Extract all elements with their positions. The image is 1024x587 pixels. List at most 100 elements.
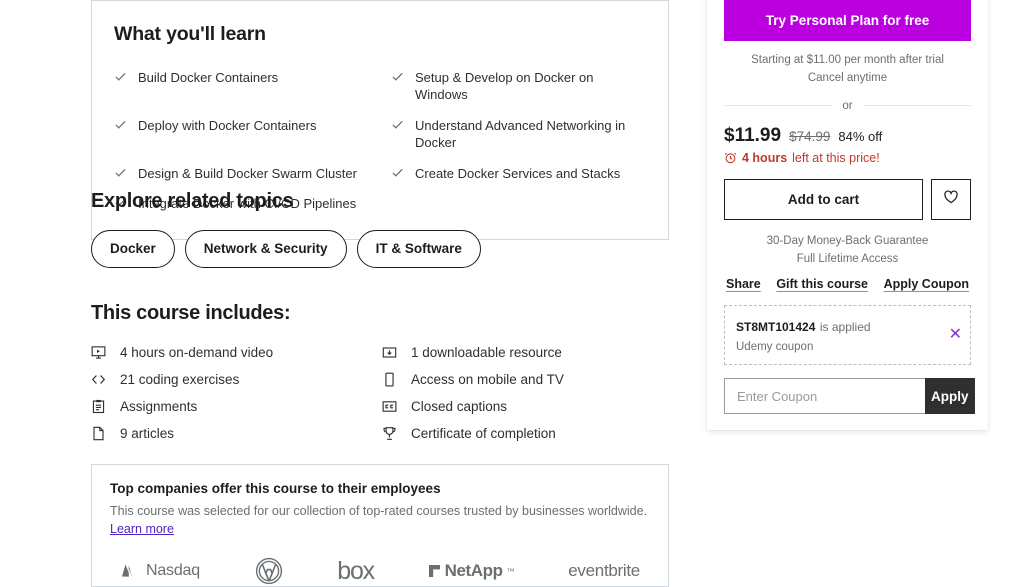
coupon-applied-text: is applied xyxy=(819,320,871,335)
purchase-sidebar: Try Personal Plan for free Starting at $… xyxy=(707,0,988,431)
include-item-label: 9 articles xyxy=(120,426,175,441)
course-includes-left-column: 4 hours on-demand video 21 coding exerci… xyxy=(91,339,380,447)
learn-item: Understand Advanced Networking in Docker xyxy=(391,110,646,158)
include-item: Assignments xyxy=(91,393,380,420)
top-companies-title: Top companies offer this course to their… xyxy=(110,481,441,496)
learn-item-label: Create Docker Services and Stacks xyxy=(415,165,621,181)
guarantee-note: 30-Day Money-Back Guarantee Full Lifetim… xyxy=(724,232,971,269)
clipboard-icon xyxy=(91,399,106,414)
volkswagen-mark-icon xyxy=(255,558,282,585)
applied-coupon-line: ST8MT101424 is applied xyxy=(736,315,959,338)
netapp-mark-icon xyxy=(428,565,440,578)
topic-pill-network-security[interactable]: Network & Security xyxy=(184,230,347,269)
check-icon xyxy=(114,70,127,83)
trophy-icon xyxy=(382,426,397,441)
learn-item-label: Design & Build Docker Swarm Cluster xyxy=(138,165,357,181)
mobile-device-icon xyxy=(382,372,397,387)
what-you-will-learn-title: What you'll learn xyxy=(114,23,266,45)
learn-item-label: Deploy with Docker Containers xyxy=(138,117,317,133)
check-icon xyxy=(114,118,127,131)
remove-coupon-icon[interactable]: ✕ xyxy=(949,327,962,343)
include-item-label: Closed captions xyxy=(411,399,508,414)
include-item-label: Certificate of completion xyxy=(411,426,556,441)
netapp-trademark: ™ xyxy=(506,566,515,576)
apply-coupon-button[interactable]: Apply xyxy=(925,378,975,415)
guarantee-line1: 30-Day Money-Back Guarantee xyxy=(766,234,929,247)
logo-nasdaq: Nasdaq xyxy=(120,562,200,580)
include-item: 21 coding exercises xyxy=(91,366,380,393)
trial-note: Starting at $11.00 per month after trial… xyxy=(724,52,971,88)
include-item-label: 1 downloadable resource xyxy=(411,345,562,360)
heart-icon xyxy=(943,189,959,210)
include-item: 1 downloadable resource xyxy=(382,339,669,366)
or-divider-label: or xyxy=(842,99,853,112)
course-includes-section: This course includes: 4 hours on-demand … xyxy=(91,302,669,447)
current-price: $11.99 xyxy=(724,124,782,146)
include-item: 4 hours on-demand video xyxy=(91,339,380,366)
urgency-time: 4 hours xyxy=(742,150,788,165)
applied-coupon-box: ST8MT101424 is applied Udemy coupon ✕ xyxy=(724,305,971,366)
video-monitor-icon xyxy=(91,345,106,360)
trial-note-line2: Cancel anytime xyxy=(807,71,888,84)
share-link[interactable]: Share xyxy=(726,277,761,291)
check-icon xyxy=(391,166,404,179)
learn-more-link[interactable]: Learn more xyxy=(110,522,174,536)
nasdaq-mark-icon xyxy=(122,564,133,578)
urgency-banner: 4 hours left at this price! xyxy=(724,151,971,165)
cart-actions: Add to cart xyxy=(724,178,971,220)
price-row: $11.99 $74.99 84% off xyxy=(724,125,971,147)
code-brackets-icon xyxy=(91,372,106,387)
check-icon xyxy=(391,118,404,131)
top-companies-card: Top companies offer this course to their… xyxy=(91,464,669,587)
learn-item: Design & Build Docker Swarm Cluster xyxy=(114,158,369,189)
or-divider: or xyxy=(724,100,971,112)
discount-percent: 84% off xyxy=(838,128,883,144)
logo-label: box xyxy=(337,556,375,585)
gift-this-course-link[interactable]: Gift this course xyxy=(776,277,868,291)
learn-item-label: Setup & Develop on Docker on Windows xyxy=(415,69,594,103)
include-item: Certificate of completion xyxy=(382,420,669,447)
alarm-clock-icon xyxy=(724,151,737,164)
urgency-text: left at this price! xyxy=(792,150,880,165)
include-item-label: 21 coding exercises xyxy=(120,372,240,387)
original-price: $74.99 xyxy=(789,128,831,144)
include-item: Closed captions xyxy=(382,393,669,420)
top-companies-text: This course was selected for our collect… xyxy=(110,504,648,518)
apply-coupon-link[interactable]: Apply Coupon xyxy=(884,277,969,291)
topic-pill-it-software[interactable]: IT & Software xyxy=(356,230,481,269)
learn-item: Create Docker Services and Stacks xyxy=(391,158,646,189)
explore-related-topics-section: Explore related topics Docker Network & … xyxy=(91,190,669,269)
learn-item: Build Docker Containers xyxy=(114,62,369,110)
logo-box: box xyxy=(337,556,375,586)
course-includes-right-column: 1 downloadable resource Access on mobile… xyxy=(380,339,669,447)
check-icon xyxy=(114,166,127,179)
trial-note-line1: Starting at $11.00 per month after trial xyxy=(751,54,944,66)
related-topics-title: Explore related topics xyxy=(91,190,294,212)
learn-item-label: Build Docker Containers xyxy=(138,69,279,85)
learn-item-label: Understand Advanced Networking in Docker xyxy=(415,117,626,151)
course-landing-page: What you'll learn Build Docker Container… xyxy=(0,0,1024,587)
topic-pill-docker[interactable]: Docker xyxy=(91,230,175,269)
learn-item: Setup & Develop on Docker on Windows xyxy=(391,62,646,110)
include-item-label: 4 hours on-demand video xyxy=(120,345,274,360)
sidebar-link-row: Share Gift this course Apply Coupon xyxy=(724,277,971,291)
logo-label: NetApp xyxy=(444,561,503,581)
logo-netapp: NetApp ™ xyxy=(428,561,515,581)
coupon-input[interactable] xyxy=(724,378,925,415)
logo-label: eventbrite xyxy=(568,561,640,581)
course-includes-title: This course includes: xyxy=(91,302,291,324)
include-item-label: Assignments xyxy=(120,399,198,414)
left-content-column: What you'll learn Build Docker Container… xyxy=(91,0,669,587)
add-to-cart-button[interactable]: Add to cart xyxy=(724,178,923,220)
article-page-icon xyxy=(91,426,106,441)
top-companies-description: This course was selected for our collect… xyxy=(110,502,650,538)
course-includes-grid: 4 hours on-demand video 21 coding exerci… xyxy=(91,339,669,447)
coupon-code: ST8MT101424 xyxy=(736,320,816,335)
try-personal-plan-button[interactable]: Try Personal Plan for free xyxy=(724,0,971,41)
include-item: 9 articles xyxy=(91,420,380,447)
include-item-label: Access on mobile and TV xyxy=(411,372,564,387)
wishlist-button[interactable] xyxy=(931,178,971,220)
coupon-source: Udemy coupon xyxy=(736,340,814,353)
coupon-entry-row: Apply xyxy=(724,378,975,415)
closed-captions-icon xyxy=(382,399,397,414)
